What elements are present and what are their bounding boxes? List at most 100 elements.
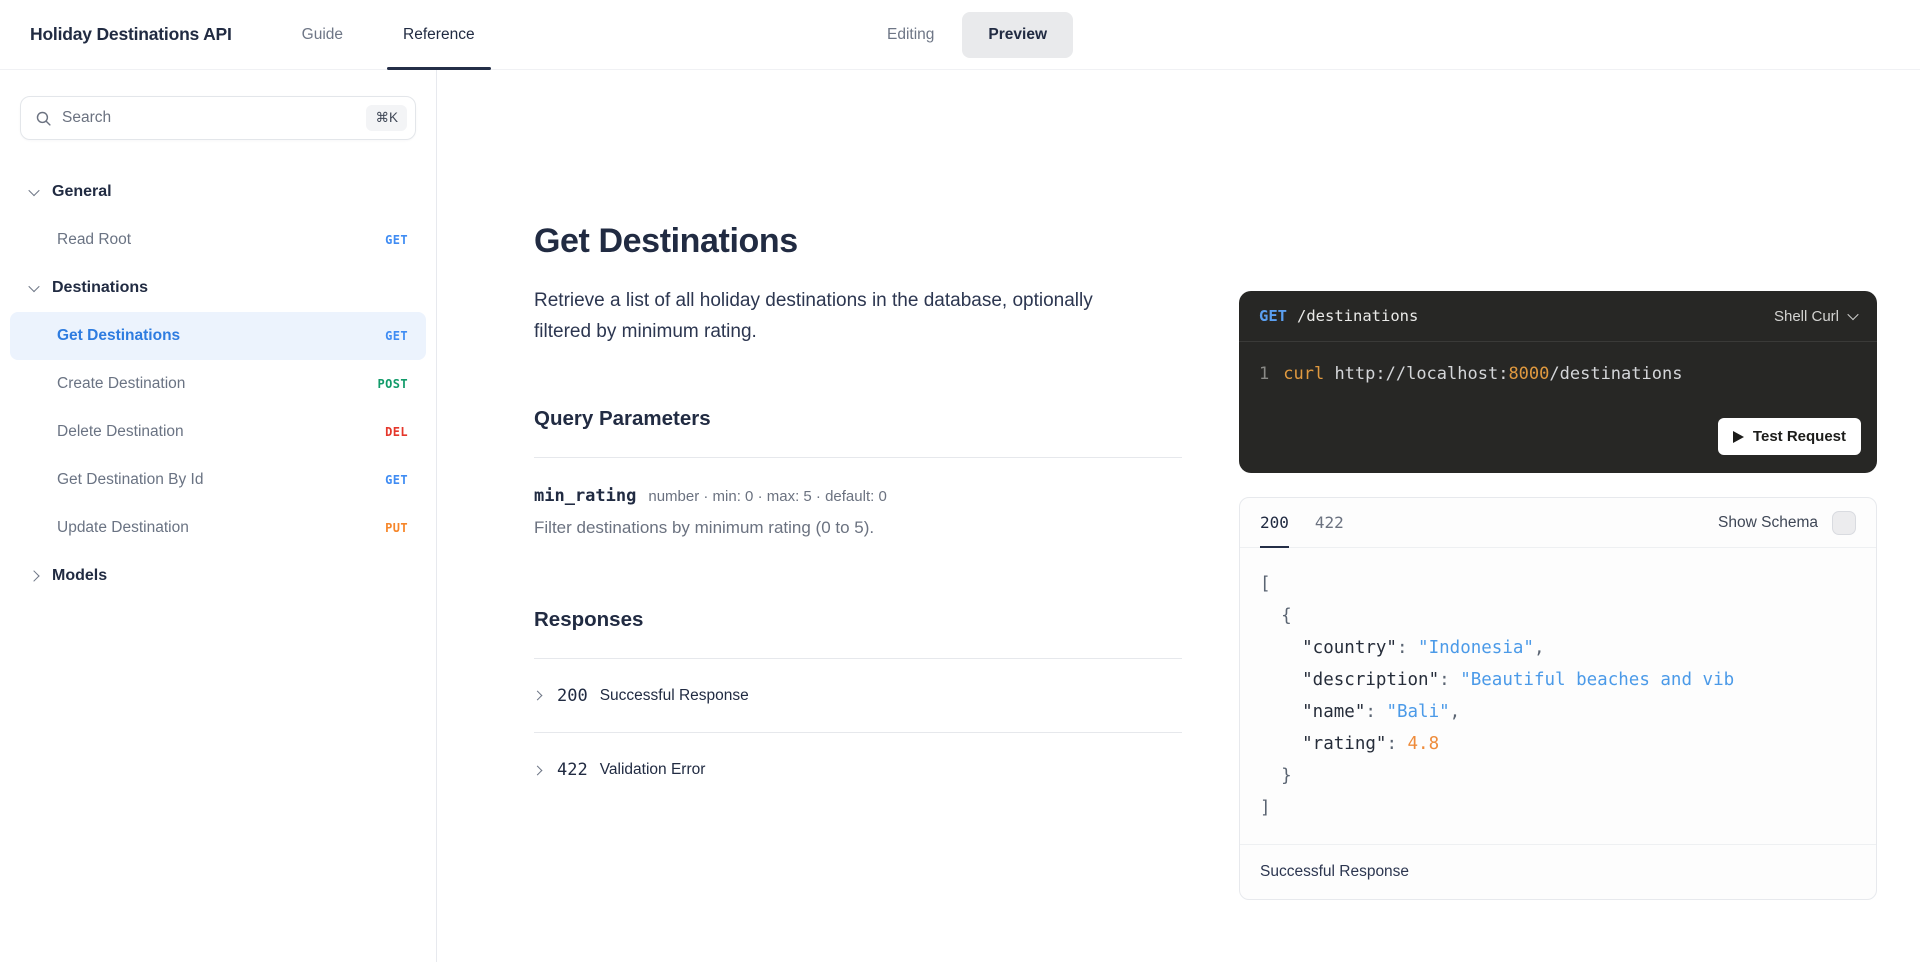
- code-segment: :: [1386, 734, 1407, 754]
- code-segment: "rating": [1260, 734, 1386, 754]
- code-segment: 4.8: [1408, 734, 1440, 754]
- tab-reference[interactable]: Reference: [373, 0, 505, 69]
- code-segment: 8000: [1508, 364, 1549, 384]
- app-header: Holiday Destinations API Guide Reference…: [0, 0, 1920, 70]
- method-badge: DEL: [385, 425, 408, 439]
- method-badge: POST: [378, 377, 409, 391]
- code-line: 1 curl http://localhost:8000/destinations: [1259, 364, 1857, 384]
- chevron-right-icon: [533, 765, 543, 775]
- show-schema-toggle[interactable]: [1832, 511, 1856, 535]
- method-badge: GET: [385, 329, 408, 343]
- request-card-footer: Test Request: [1239, 406, 1877, 473]
- param-description: Filter destinations by minimum rating (0…: [534, 518, 1182, 538]
- play-icon: [1733, 431, 1744, 443]
- code-segment: {: [1260, 606, 1292, 626]
- chevron-down-icon: [28, 185, 39, 196]
- header-tabs: Guide Reference: [272, 0, 505, 69]
- response-row-200[interactable]: 200 Successful Response: [534, 659, 1182, 733]
- code-segment: curl: [1283, 364, 1324, 384]
- tab-guide[interactable]: Guide: [272, 0, 373, 69]
- sidebar-section-general[interactable]: General: [10, 168, 426, 216]
- sidebar-section-label: General: [52, 183, 112, 201]
- response-label: Validation Error: [600, 761, 706, 779]
- code-line: "name": "Bali",: [1260, 696, 1856, 728]
- request-code: 1 curl http://localhost:8000/destinations: [1239, 342, 1877, 406]
- sidebar-item-label: Read Root: [57, 231, 131, 249]
- chevron-right-icon: [28, 570, 39, 581]
- code-line: "description": "Beautiful beaches and vi…: [1260, 664, 1856, 696]
- show-schema-label: Show Schema: [1718, 514, 1818, 532]
- response-code: 200: [557, 686, 588, 706]
- response-example-card: 200 422 Show Schema [ { "country": "Indo…: [1239, 497, 1877, 900]
- response-row-422[interactable]: 422 Validation Error: [534, 733, 1182, 807]
- divider: [534, 457, 1182, 458]
- param-row: min_rating number · min: 0 · max: 5 · de…: [534, 486, 1182, 506]
- chevron-down-icon: [28, 281, 39, 292]
- method-badge: PUT: [385, 521, 408, 535]
- code-line: [: [1260, 568, 1856, 600]
- example-column: GET /destinations Shell Curl 1 curl http:…: [1239, 70, 1877, 962]
- page-title: Get Destinations: [534, 222, 1182, 261]
- sidebar-section-destinations[interactable]: Destinations: [10, 264, 426, 312]
- code-segment: "Beautiful beaches and vib: [1460, 670, 1734, 690]
- sidebar-item-delete-destination[interactable]: Delete Destination DEL: [10, 408, 426, 456]
- schema-toggle-group: Show Schema: [1718, 511, 1856, 535]
- responses-heading: Responses: [534, 608, 1182, 632]
- test-request-label: Test Request: [1753, 428, 1846, 445]
- response-tab-200[interactable]: 200: [1260, 498, 1289, 547]
- response-json: [ { "country": "Indonesia", "description…: [1240, 548, 1876, 844]
- query-parameters-heading: Query Parameters: [534, 407, 1182, 431]
- sidebar-section-models[interactable]: Models: [10, 552, 426, 600]
- code-segment: "Bali": [1386, 702, 1449, 722]
- search-placeholder: Search: [62, 109, 366, 127]
- code-segment: [: [1260, 574, 1271, 594]
- sidebar-item-read-root[interactable]: Read Root GET: [10, 216, 426, 264]
- code-segment: "description": [1260, 670, 1439, 690]
- editing-button[interactable]: Editing: [887, 26, 934, 44]
- language-selector[interactable]: Shell Curl: [1774, 308, 1857, 325]
- sidebar: Search ⌘K General Read Root GET Destination…: [0, 70, 437, 962]
- code-line: {: [1260, 600, 1856, 632]
- code-line: }: [1260, 760, 1856, 792]
- code-segment: "country": [1260, 638, 1397, 658]
- code-segment: ,: [1534, 638, 1545, 658]
- code-segment: ]: [1260, 798, 1271, 818]
- endpoint-description: Retrieve a list of all holiday destinati…: [534, 285, 1112, 347]
- code-segment: "name": [1260, 702, 1365, 722]
- code-line: "country": "Indonesia",: [1260, 632, 1856, 664]
- chevron-right-icon: [533, 691, 543, 701]
- response-card-footer: Successful Response: [1240, 844, 1876, 899]
- chevron-down-icon: [1847, 309, 1858, 320]
- request-method: GET: [1259, 307, 1287, 325]
- code-segment: :: [1365, 702, 1386, 722]
- sidebar-item-create-destination[interactable]: Create DestinationPOST: [10, 360, 426, 408]
- code-segment: }: [1260, 766, 1292, 786]
- code-segment: :: [1397, 638, 1418, 658]
- preview-button[interactable]: Preview: [962, 12, 1073, 58]
- request-card-header: GET /destinations Shell Curl: [1239, 291, 1877, 341]
- search-shortcut-badge: ⌘K: [366, 105, 407, 131]
- sidebar-item-update-destination[interactable]: Update DestinationPUT: [10, 504, 426, 552]
- response-card-header: 200 422 Show Schema: [1240, 498, 1876, 548]
- sidebar-item-label: Get Destination By Id: [57, 471, 203, 489]
- line-number: 1: [1259, 364, 1269, 384]
- response-label: Successful Response: [600, 687, 749, 705]
- main-content: Get Destinations Retrieve a list of all …: [437, 70, 1239, 962]
- code-line: ]: [1260, 792, 1856, 824]
- sidebar-nav: General Read Root GET Destinations Get Desti…: [10, 168, 426, 600]
- sidebar-item-label: Delete Destination: [57, 423, 184, 441]
- search-icon: [35, 110, 52, 127]
- response-tab-422[interactable]: 422: [1315, 498, 1344, 547]
- code-segment: http://localhost:: [1324, 364, 1508, 384]
- code-segment: "Indonesia": [1418, 638, 1534, 658]
- sidebar-section-label: Destinations: [52, 279, 148, 297]
- method-badge: GET: [385, 233, 408, 247]
- param-name: min_rating: [534, 486, 636, 506]
- sidebar-item-get-destination-by-id[interactable]: Get Destination By Id GET: [10, 456, 426, 504]
- app-title: Holiday Destinations API: [30, 24, 232, 45]
- method-badge: GET: [385, 473, 408, 487]
- test-request-button[interactable]: Test Request: [1718, 418, 1861, 455]
- sidebar-item-get-destinations[interactable]: Get DestinationsGET: [10, 312, 426, 360]
- search-input[interactable]: Search ⌘K: [20, 96, 416, 140]
- code-segment: /destinations: [1549, 364, 1682, 384]
